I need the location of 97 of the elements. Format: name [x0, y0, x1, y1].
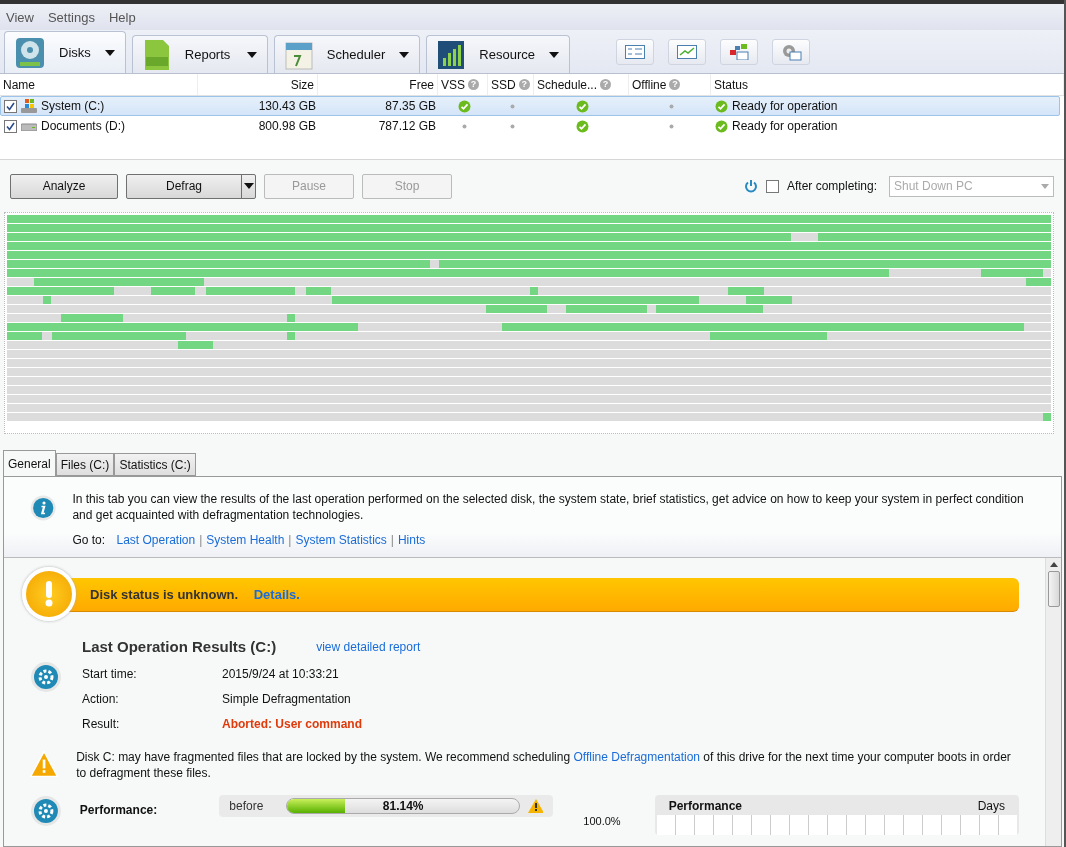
separator: |: [288, 533, 292, 547]
intro-text: In this tab you can view the results of the last operation performed on the selected disk, the system state, brief statistics, get advice on how to keep your system in perfect condition and get acquainted with defragmentation technologies.: [72, 491, 1025, 523]
settings-icon: [30, 661, 62, 693]
banner-text: Disk status is unknown.: [90, 587, 239, 602]
caret-icon: [246, 51, 257, 58]
drive-icon: [21, 121, 37, 131]
separator: |: [199, 533, 203, 547]
bar-chart-icon: [437, 39, 466, 70]
help-icon: ?: [468, 79, 479, 90]
checklist-icon[interactable]: [615, 39, 654, 65]
power-icon[interactable]: [743, 179, 758, 193]
report-icon: [142, 38, 171, 71]
field-label: Result:: [82, 717, 121, 731]
help-icon: ?: [518, 79, 530, 90]
dot-icon: [668, 123, 674, 129]
link[interactable]: System Health: [206, 533, 285, 547]
caret-icon: [548, 51, 559, 58]
chart-unit: Days: [977, 799, 1005, 813]
progress-reading: 81.14%: [382, 799, 424, 813]
performance-label: Performance:: [79, 802, 159, 817]
dot-icon: [509, 123, 515, 129]
settings-icon: [30, 795, 62, 827]
offline-defrag-link[interactable]: Offline Defragmentation: [573, 750, 700, 764]
disk-status: Ready for operation: [732, 119, 838, 133]
scroll-up-icon[interactable]: [1049, 562, 1058, 567]
check-icon: [576, 99, 589, 113]
hard-drive-icon: [15, 36, 45, 69]
checkbox[interactable]: [4, 99, 17, 113]
calendar-icon: [284, 39, 313, 70]
bar-label: before: [229, 799, 265, 813]
dot-icon: [461, 123, 467, 129]
field-label: Action:: [82, 692, 120, 706]
link[interactable]: Last Operation: [116, 533, 196, 547]
warning-icon: [30, 749, 59, 779]
section-title: Last Operation Results (C:): [82, 638, 277, 655]
toolbar-tab[interactable]: Scheduler: [273, 35, 421, 73]
scrollbar[interactable]: [1045, 558, 1061, 846]
dot-icon: [668, 103, 674, 109]
action-button[interactable]: Analyze: [10, 173, 118, 199]
disk-row[interactable]: Documents (D:) 800.98 GB 787.12 GB Ready for operation: [0, 116, 1060, 136]
caret-icon: [399, 51, 410, 58]
menu-item[interactable]: Help: [108, 9, 136, 25]
column-header: Offline ?: [629, 74, 711, 95]
system-drive-icon: [21, 99, 37, 113]
column-header: Size: [198, 74, 318, 95]
column-header: Status: [711, 74, 1064, 95]
link[interactable]: System Statistics: [295, 533, 387, 547]
disk-name: Documents (D:): [41, 119, 126, 133]
blocks-icon[interactable]: [719, 39, 758, 65]
status-icon: [715, 99, 728, 113]
exclamation-icon: [22, 567, 76, 621]
toolbar-tab[interactable]: Disks: [4, 31, 126, 73]
column-header: VSS ?: [438, 74, 488, 95]
disk-row[interactable]: System (C:) 130.43 GB 87.35 GB Ready for operation: [0, 96, 1060, 116]
disk-status: Ready for operation: [732, 99, 838, 113]
goto-label: Go to:: [72, 533, 106, 547]
tab[interactable]: Statistics (C:): [114, 453, 196, 476]
link[interactable]: Hints: [397, 533, 426, 547]
axis-label: 100.0%: [583, 815, 621, 827]
disk-name: System (C:): [41, 99, 105, 113]
dropdown-caret-icon: [1041, 183, 1049, 189]
check-icon: [576, 119, 589, 133]
menu-item[interactable]: Settings: [47, 9, 95, 25]
tab[interactable]: General: [3, 450, 56, 476]
disk-size: 130.43 GB: [258, 99, 316, 113]
line-chart-icon[interactable]: [667, 39, 706, 65]
column-header: SSD ?: [488, 74, 534, 95]
disk-size: 800.98 GB: [258, 119, 316, 133]
column-header: Schedule... ?: [534, 74, 629, 95]
toolbar-tab[interactable]: Resource: [426, 35, 570, 73]
disk-free: 787.12 GB: [378, 119, 436, 133]
caret-icon: [104, 49, 115, 56]
settings-icon[interactable]: [771, 39, 810, 65]
field-label: Start time:: [82, 667, 138, 681]
status-icon: [715, 119, 728, 133]
menu-item[interactable]: View: [6, 9, 34, 25]
field-value: 2015/9/24 at 10:33:21: [222, 667, 340, 681]
check-icon: [457, 99, 471, 113]
help-icon: ?: [669, 79, 681, 90]
toolbar-tab[interactable]: Reports: [131, 35, 268, 73]
dot-icon: [509, 103, 515, 109]
scroll-thumb[interactable]: [1047, 571, 1060, 607]
dropdown-caret-icon: [243, 183, 254, 189]
split-button[interactable]: Defrag: [126, 173, 256, 199]
warning-text: Disk C: may have fragmented files that are locked by the system. We recommend scheduling Offline Defragmentation of this drive for the next time your computer boots in order to defragment these files.: [76, 749, 1012, 781]
column-header: Free: [318, 74, 438, 95]
field-value: Simple Defragmentation: [222, 692, 352, 706]
tab[interactable]: Files (C:): [55, 453, 115, 476]
disk-free: 87.35 GB: [385, 99, 436, 113]
after-completing-label: After completing:: [786, 179, 877, 193]
help-icon: ?: [600, 79, 612, 90]
chart-title: Performance: [668, 799, 742, 813]
field-value: Aborted: User command: [222, 717, 363, 731]
checkbox[interactable]: [4, 119, 17, 133]
column-header: Name: [0, 74, 198, 95]
report-link[interactable]: view detailed report: [316, 639, 421, 654]
separator: |: [390, 533, 394, 547]
